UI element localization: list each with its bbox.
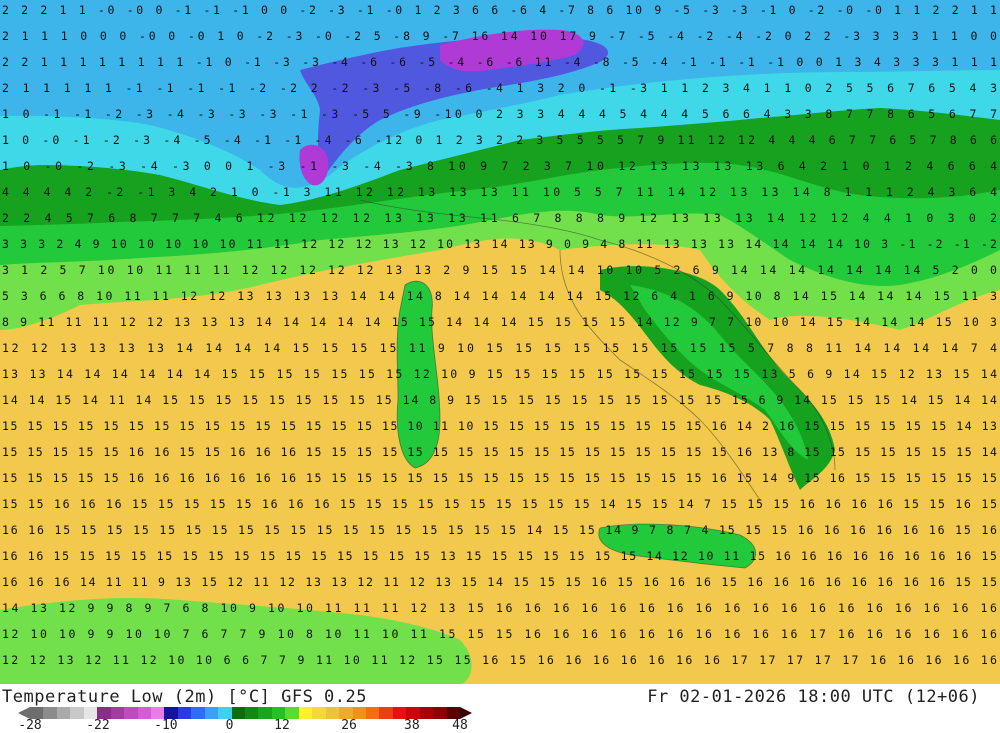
colorbar-segment: [137, 707, 151, 719]
value-row: 12 12 13 13 13 13 14 14 14 14 15 15 15 1…: [2, 341, 997, 355]
colorbar-tick-label: 48: [452, 718, 468, 733]
colorbar-tick-label: 26: [341, 718, 357, 733]
colorbar-tick-label: -28: [18, 718, 42, 733]
value-row: 14 14 15 14 11 14 15 15 15 15 15 15 15 1…: [2, 393, 997, 407]
colorbar-segment: [433, 707, 447, 719]
colorbar-tick-label: 12: [274, 718, 290, 733]
value-row: 15 15 15 15 15 15 15 15 15 15 15 15 15 1…: [2, 419, 997, 433]
value-row: 16 16 15 15 15 15 15 15 15 15 15 15 15 1…: [2, 549, 997, 563]
value-row: 16 16 16 14 11 11 9 13 15 12 11 12 13 13…: [2, 575, 997, 589]
colorbar-segment: [379, 707, 393, 719]
value-row: 15 15 15 15 15 16 16 15 15 16 16 16 15 1…: [2, 445, 997, 459]
forecast-timestamp: Fr 02-01-2026 18:00 UTC (12+06): [647, 687, 980, 707]
value-row: 14 13 12 9 9 8 9 7 6 8 10 9 10 10 11 11 …: [2, 601, 997, 615]
colorbar-segment: [56, 707, 71, 719]
map-canvas: 2 2 2 1 1 -0 -0 0 -1 -1 -1 0 0 -2 -3 -1 …: [0, 0, 1000, 684]
colorbar-tick-label: -22: [86, 718, 110, 733]
colorbar-segment: [43, 707, 57, 719]
colorbar-segment: [365, 707, 380, 719]
colorbar-segment: [110, 707, 125, 719]
colorbar-tick-label: 38: [404, 718, 420, 733]
value-row: 15 15 15 15 15 16 16 16 16 16 16 16 15 1…: [2, 471, 997, 485]
colorbar-segment: [204, 707, 219, 719]
temperature-map: 2 2 2 1 1 -0 -0 0 -1 -1 -1 0 0 -2 -3 -1 …: [0, 0, 1000, 684]
value-row: 12 10 10 9 9 10 10 7 6 7 7 9 10 8 10 11 …: [2, 627, 997, 641]
value-row: 15 15 16 16 16 15 15 15 15 15 16 16 16 1…: [2, 497, 997, 511]
colorbar-segment: [191, 707, 205, 719]
colorbar-segment: [70, 707, 84, 719]
colorbar-segment: [298, 707, 313, 719]
map-title: Temperature Low (2m) [°C] GFS 0.25: [2, 687, 367, 707]
colorbar-segment: [258, 707, 272, 719]
colorbar-tick-label: -10: [154, 718, 178, 733]
colorbar-segment: [419, 707, 434, 719]
value-row: 2 1 1 1 1 1 -1 -1 -1 -1 -2 -2 2 -2 -3 -5…: [2, 81, 997, 95]
colorbar-segment: [231, 707, 245, 719]
colorbar-segment: [124, 707, 138, 719]
legend-footer: Temperature Low (2m) [°C] GFS 0.25 Fr 02…: [0, 684, 1000, 733]
value-row: 13 13 14 14 14 14 14 14 15 15 15 15 15 1…: [2, 367, 997, 381]
colorbar-tick-label: 0: [225, 718, 234, 733]
colorbar-segment: [245, 707, 259, 719]
value-row: 2 2 1 1 1 1 1 1 1 1 -1 0 -1 -3 -3 -4 -6 …: [2, 55, 997, 69]
value-row: 1 0 -1 -1 -2 -3 -4 -3 -3 -3 -1 -3 -5 5 -…: [2, 107, 997, 121]
colorbar-segment: [177, 707, 192, 719]
value-row: 16 16 15 15 15 15 15 15 15 15 15 15 15 1…: [2, 523, 997, 537]
colorbar-segment: [312, 707, 326, 719]
colorbar-segment: [325, 707, 340, 719]
